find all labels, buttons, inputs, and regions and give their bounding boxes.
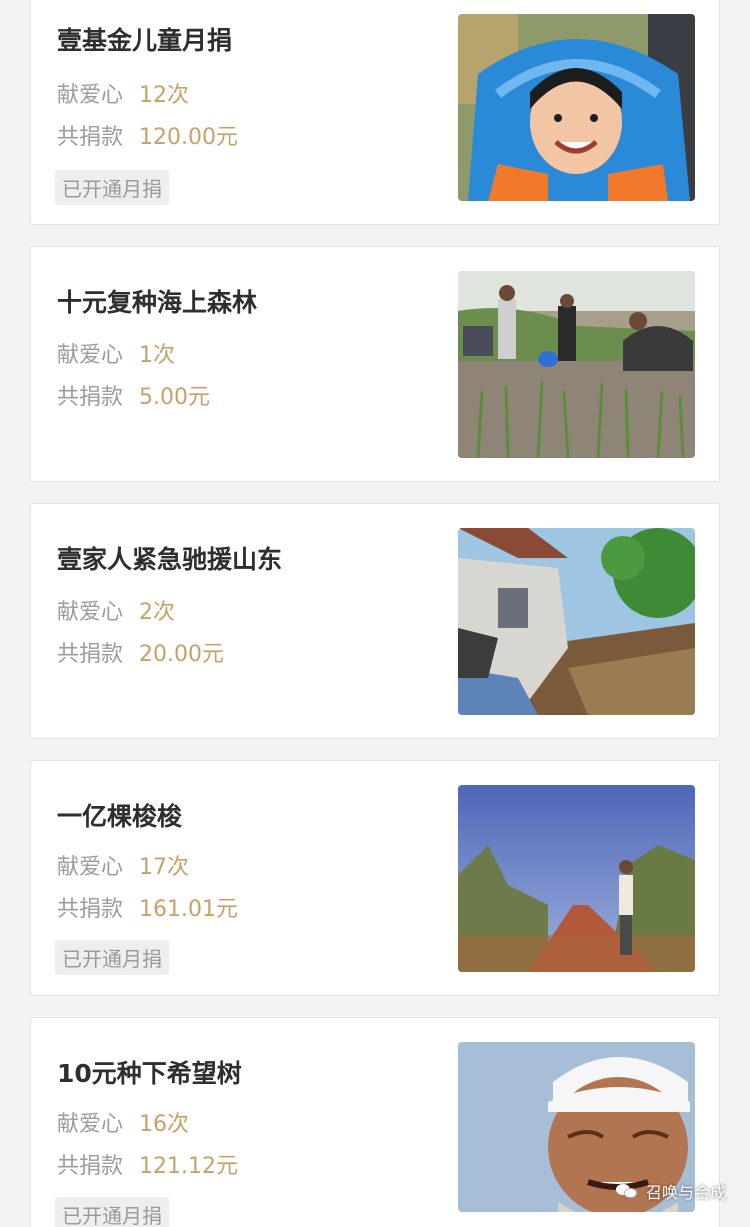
project-title: 十元复种海上森林 [57,288,258,317]
donation-amount: 161.01元 [139,897,238,922]
total-label: 共捐款 [57,642,124,667]
donation-card[interactable]: 壹基金儿童月捐 献爱心 12次 共捐款 120.00元 已开通月捐 [30,0,720,225]
smiling-child-blue-jacket-photo [458,14,695,201]
donation-total-row: 共捐款 20.00元 [57,636,224,668]
watermark-text: 召唤与合成 [645,1183,726,1202]
donation-total-row: 共捐款 5.00元 [57,379,210,411]
love-label: 献爱心 [57,83,124,108]
collapsed-house-flood-photo [458,528,695,715]
monthly-donation-badge: 已开通月捐 [55,170,169,205]
monthly-donation-badge: 已开通月捐 [55,940,169,975]
total-label: 共捐款 [57,385,124,410]
donation-amount: 120.00元 [139,125,238,150]
total-label: 共捐款 [57,125,124,150]
love-count: 1次 [139,343,176,368]
donation-amount: 5.00元 [139,385,211,410]
project-title: 壹家人紧急驰援山东 [57,545,283,574]
donation-amount: 121.12元 [139,1154,238,1179]
love-count-row: 献爱心 12次 [57,77,189,109]
love-label: 献爱心 [57,343,124,368]
love-label: 献爱心 [57,1112,124,1137]
man-standing-in-desert-shrubs-photo [458,785,695,972]
love-count: 16次 [139,1112,190,1137]
total-label: 共捐款 [57,1154,124,1179]
total-label: 共捐款 [57,897,124,922]
love-count-row: 献爱心 1次 [57,337,175,369]
donation-history-page: 壹基金儿童月捐 献爱心 12次 共捐款 120.00元 已开通月捐 十元复种海上… [0,0,750,1227]
monthly-donation-badge: 已开通月捐 [55,1197,169,1227]
love-label: 献爱心 [57,855,124,880]
donation-card[interactable]: 一亿棵梭梭 献爱心 17次 共捐款 161.01元 已开通月捐 [30,760,720,996]
love-count-row: 献爱心 2次 [57,594,175,626]
love-count-row: 献爱心 17次 [57,849,189,881]
donation-total-row: 共捐款 121.12元 [57,1148,238,1180]
love-count: 12次 [139,83,190,108]
people-planting-seedlings-photo [458,271,695,458]
donation-total-row: 共捐款 161.01元 [57,891,238,923]
love-count: 2次 [139,600,176,625]
love-count-row: 献爱心 16次 [57,1106,189,1138]
donation-card[interactable]: 十元复种海上森林 献爱心 1次 共捐款 5.00元 [30,246,720,482]
project-title: 10元种下希望树 [57,1059,242,1088]
project-title: 一亿棵梭梭 [57,802,183,831]
wechat-watermark: 召唤与合成 [615,1179,726,1203]
donation-total-row: 共捐款 120.00元 [57,119,238,151]
project-title: 壹基金儿童月捐 [57,26,233,55]
wechat-icon [615,1182,638,1200]
love-count: 17次 [139,855,190,880]
donation-amount: 20.00元 [139,642,224,667]
donation-card[interactable]: 壹家人紧急驰援山东 献爱心 2次 共捐款 20.00元 [30,503,720,739]
love-label: 献爱心 [57,600,124,625]
